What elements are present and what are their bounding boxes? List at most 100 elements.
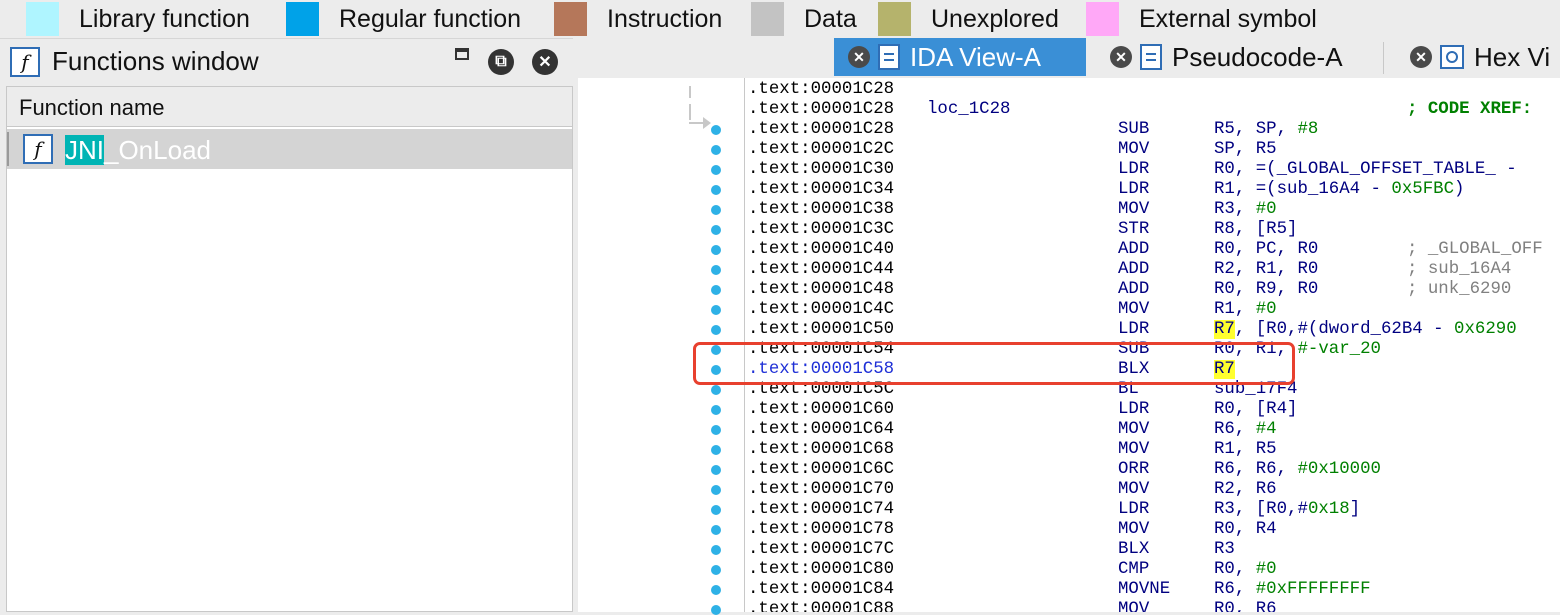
tab-ida-view-a[interactable]: ✕ IDA View-A <box>834 38 1086 76</box>
breakpoint-dot-icon[interactable] <box>711 325 721 335</box>
mnemonic[interactable]: LDR <box>1118 500 1149 520</box>
operands[interactable]: R0, PC, R0 <box>1214 240 1318 260</box>
column-header-function-name[interactable]: Function name <box>7 87 572 127</box>
breakpoint-dot-icon[interactable] <box>711 545 721 555</box>
mnemonic[interactable]: BLX <box>1118 540 1149 560</box>
breakpoint-dot-icon[interactable] <box>711 505 721 515</box>
operands[interactable]: R3, #0 <box>1214 200 1277 220</box>
operands[interactable]: R0, R4 <box>1214 520 1277 540</box>
breakpoint-dot-icon[interactable] <box>711 145 721 155</box>
code-line[interactable]: .text:00001C2C MOV SP, R5 <box>748 140 1560 160</box>
close-tab-icon[interactable]: ✕ <box>1110 46 1132 68</box>
breakpoint-dot-icon[interactable] <box>711 445 721 455</box>
mnemonic[interactable]: MOV <box>1118 440 1149 460</box>
code-line[interactable]: .text:00001C34 LDR R1, =(sub_16A4 - 0x5FBC… <box>748 180 1560 200</box>
mnemonic[interactable]: ADD <box>1118 260 1149 280</box>
mnemonic[interactable]: SUB <box>1118 120 1149 140</box>
breakpoint-dot-icon[interactable] <box>711 525 721 535</box>
mnemonic[interactable]: MOV <box>1118 140 1149 160</box>
close-window-button[interactable]: ✕ <box>532 49 558 75</box>
breakpoint-dot-icon[interactable] <box>711 165 721 175</box>
mnemonic[interactable]: STR <box>1118 220 1149 240</box>
code-line[interactable]: .text:00001C28 loc_1C28 ; CODE XREF: <box>748 100 1560 120</box>
breakpoint-dot-icon[interactable] <box>711 425 721 435</box>
code-line[interactable]: .text:00001C88 MOV R0, R6 <box>748 600 1560 612</box>
mnemonic[interactable]: LDR <box>1118 320 1149 340</box>
breakpoint-dot-icon[interactable] <box>711 485 721 495</box>
code-xref-comment[interactable]: ; CODE XREF: <box>1407 100 1532 120</box>
code-line[interactable]: .text:00001C3C STR R8, [R5] <box>748 220 1560 240</box>
operands[interactable]: R7, [R0,#(dword_62B4 - 0x6290 <box>1214 320 1517 340</box>
breakpoint-dot-icon[interactable] <box>711 405 721 415</box>
mnemonic[interactable]: LDR <box>1118 160 1149 180</box>
mnemonic[interactable]: MOV <box>1118 480 1149 500</box>
code-line[interactable]: .text:00001C30 LDR R0, =(_GLOBAL_OFFSET_TA… <box>748 160 1560 180</box>
operands[interactable]: R6, R6, #0x10000 <box>1214 460 1381 480</box>
mnemonic[interactable]: MOV <box>1118 200 1149 220</box>
operands[interactable]: R5, SP, #8 <box>1214 120 1318 140</box>
breakpoint-dot-icon[interactable] <box>711 565 721 575</box>
code-line[interactable]: .text:00001C28 <box>748 80 1560 100</box>
operands[interactable]: R1, R5 <box>1214 440 1277 460</box>
operands[interactable]: R6, #0xFFFFFFFF <box>1214 580 1371 600</box>
code-line[interactable]: .text:00001C44 ADD R2, R1, R0 ; sub_16A4 <box>748 260 1560 280</box>
code-label[interactable]: loc_1C28 <box>927 100 1011 120</box>
operands[interactable]: R2, R1, R0 <box>1214 260 1318 280</box>
breakpoint-dot-icon[interactable] <box>711 385 721 395</box>
code-line[interactable]: .text:00001C70 MOV R2, R6 <box>748 480 1560 500</box>
operands[interactable]: R2, R6 <box>1214 480 1277 500</box>
function-row-jni-onload[interactable]: f JNI_OnLoad <box>7 129 572 169</box>
mnemonic[interactable]: MOV <box>1118 520 1149 540</box>
breakpoint-dot-icon[interactable] <box>711 285 721 295</box>
close-tab-icon[interactable]: ✕ <box>1410 46 1432 68</box>
breakpoint-dot-icon[interactable] <box>711 465 721 475</box>
code-line[interactable]: .text:00001C64 MOV R6, #4 <box>748 420 1560 440</box>
code-line[interactable]: .text:00001C50 LDR R7, [R0,#(dword_62B4 - … <box>748 320 1560 340</box>
tab-hex-view[interactable]: ✕ Hex Vi <box>1396 38 1560 76</box>
tab-pseudocode-a[interactable]: ✕ Pseudocode-A <box>1096 38 1384 76</box>
code-line[interactable]: .text:00001C48 ADD R0, R9, R0 ; unk_6290 <box>748 280 1560 300</box>
breakpoint-dot-icon[interactable] <box>711 265 721 275</box>
mnemonic[interactable]: MOV <box>1118 420 1149 440</box>
code-line[interactable]: .text:00001C84 MOVNE R6, #0xFFFFFFFF <box>748 580 1560 600</box>
mnemonic[interactable]: LDR <box>1118 180 1149 200</box>
mnemonic[interactable]: CMP <box>1118 560 1149 580</box>
mnemonic[interactable]: LDR <box>1118 400 1149 420</box>
breakpoint-dot-icon[interactable] <box>711 205 721 215</box>
operands[interactable]: R0, R9, R0 <box>1214 280 1318 300</box>
float-window-icon[interactable] <box>455 48 469 60</box>
restore-window-button[interactable]: ⧉ <box>488 49 514 75</box>
code-line[interactable]: .text:00001C80 CMP R0, #0 <box>748 560 1560 580</box>
operands[interactable]: R3, [R0,#0x18] <box>1214 500 1360 520</box>
code-line[interactable]: .text:00001C40 ADD R0, PC, R0 ; _GLOBAL_OFF <box>748 240 1560 260</box>
operands[interactable]: R8, [R5] <box>1214 220 1298 240</box>
code-line[interactable]: .text:00001C7C BLX R3 <box>748 540 1560 560</box>
code-line[interactable]: .text:00001C4C MOV R1, #0 <box>748 300 1560 320</box>
operands[interactable]: R1, #0 <box>1214 300 1277 320</box>
operands[interactable]: R0, R6 <box>1214 600 1277 612</box>
operands[interactable]: R1, =(sub_16A4 - 0x5FBC) <box>1214 180 1464 200</box>
breakpoint-dot-icon[interactable] <box>711 185 721 195</box>
operands[interactable]: R6, #4 <box>1214 420 1277 440</box>
code-line[interactable]: .text:00001C38 MOV R3, #0 <box>748 200 1560 220</box>
breakpoint-dot-icon[interactable] <box>711 605 721 615</box>
operands[interactable]: R0, #0 <box>1214 560 1277 580</box>
close-tab-icon[interactable]: ✕ <box>848 46 870 68</box>
code-line[interactable]: .text:00001C28 SUB R5, SP, #8 <box>748 120 1560 140</box>
mnemonic[interactable]: MOV <box>1118 300 1149 320</box>
operands[interactable]: R3 <box>1214 540 1235 560</box>
breakpoint-dot-icon[interactable] <box>711 125 721 135</box>
operands[interactable]: R0, =(_GLOBAL_OFFSET_TABLE_ - <box>1214 160 1517 180</box>
mnemonic[interactable]: ORR <box>1118 460 1149 480</box>
mnemonic[interactable]: MOVNE <box>1118 580 1170 600</box>
breakpoint-dot-icon[interactable] <box>711 245 721 255</box>
breakpoint-dot-icon[interactable] <box>711 305 721 315</box>
code-line[interactable]: .text:00001C68 MOV R1, R5 <box>748 440 1560 460</box>
mnemonic[interactable]: ADD <box>1118 240 1149 260</box>
breakpoint-dot-icon[interactable] <box>711 585 721 595</box>
code-line[interactable]: .text:00001C60 LDR R0, [R4] <box>748 400 1560 420</box>
operands[interactable]: SP, R5 <box>1214 140 1277 160</box>
operands[interactable]: R0, [R4] <box>1214 400 1298 420</box>
code-line[interactable]: .text:00001C78 MOV R0, R4 <box>748 520 1560 540</box>
code-line[interactable]: .text:00001C74 LDR R3, [R0,#0x18] <box>748 500 1560 520</box>
